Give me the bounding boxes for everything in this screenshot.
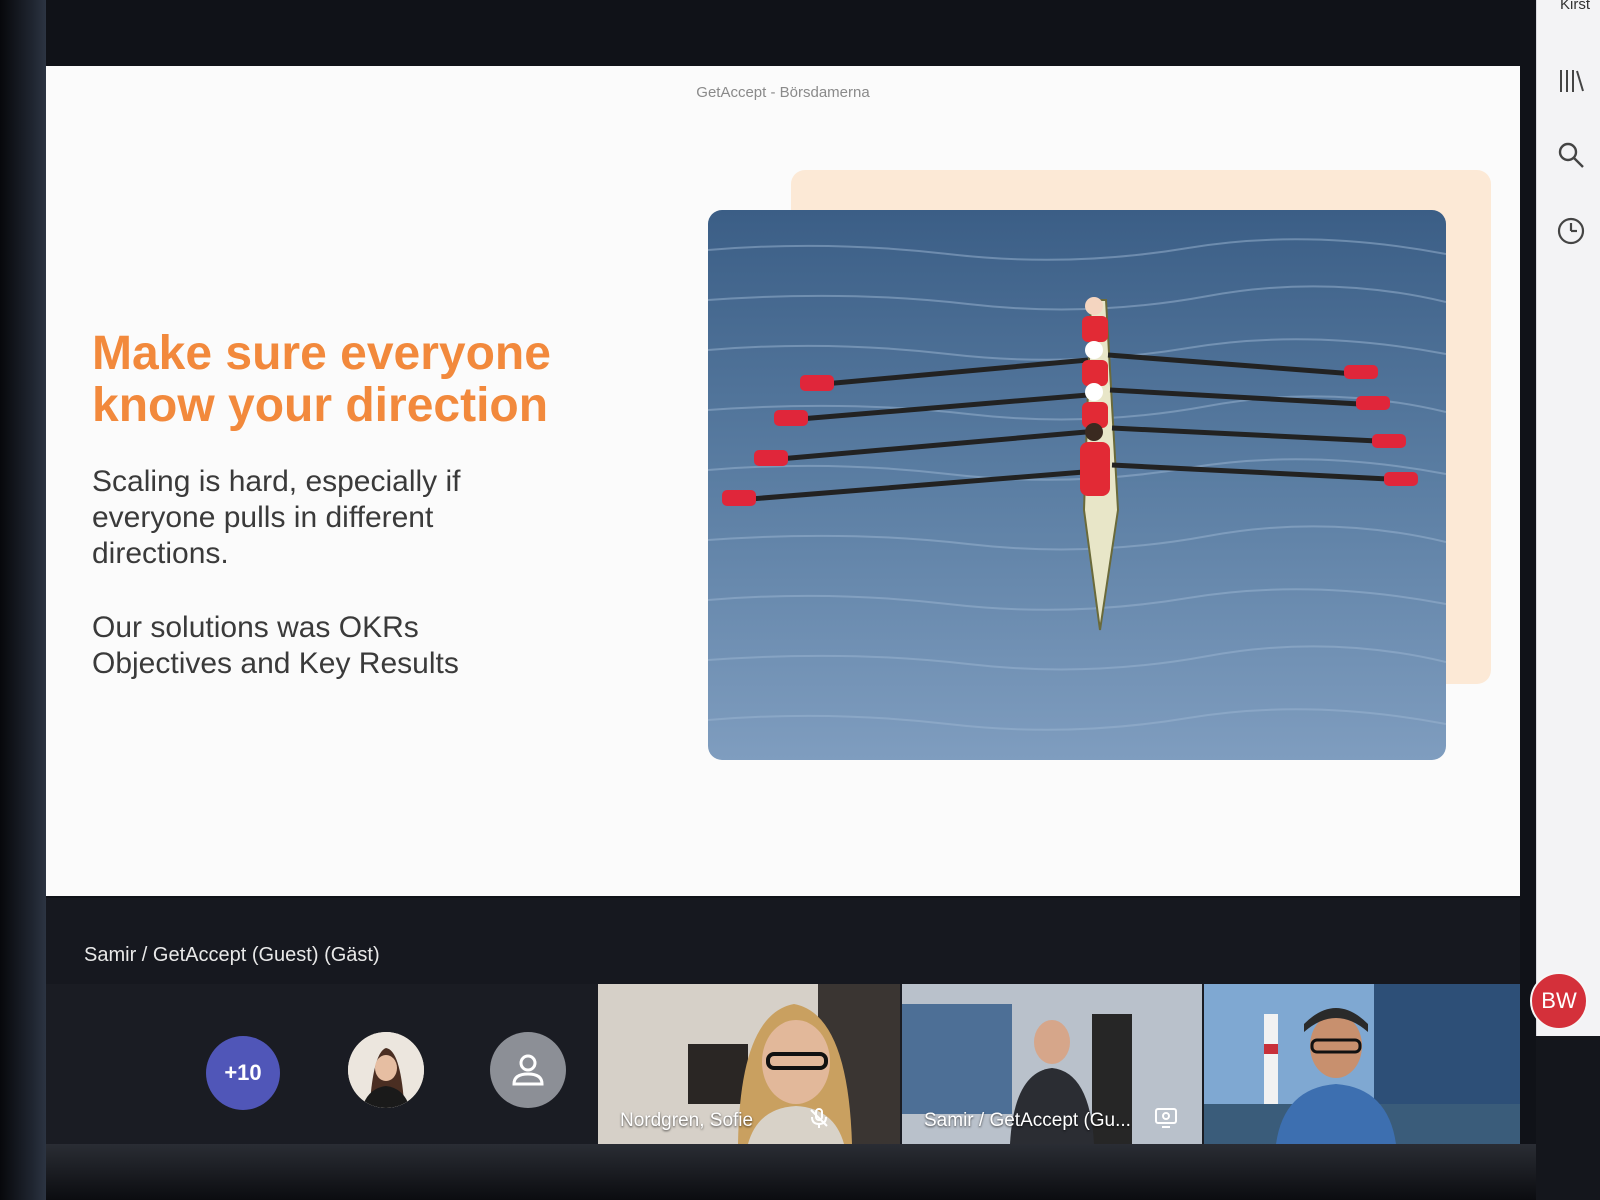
os-dock: [46, 1144, 1536, 1200]
video-tile[interactable]: Nordgren, Sofie: [598, 984, 900, 1144]
slide-paragraph-2: Our solutions was OKRs Objectives and Ke…: [92, 610, 512, 682]
rail-top-label: Kirst: [1560, 0, 1590, 13]
headline-line: Make sure everyone: [92, 327, 551, 380]
video-tile[interactable]: Samir / GetAccept (Gu...: [902, 984, 1202, 1144]
user-avatar[interactable]: BW: [1530, 972, 1588, 1030]
paragraph-line: Our solutions was OKRs: [92, 611, 419, 644]
search-icon[interactable]: [1556, 140, 1586, 170]
participant-name: Samir / GetAccept (Gu...: [924, 1110, 1131, 1131]
paragraph-line: Scaling is hard, especially if: [92, 465, 461, 498]
monitor-bezel: [0, 0, 46, 1200]
participant-name: Nordgren, Sofie: [620, 1110, 754, 1131]
headline-line: know your direction: [92, 379, 549, 432]
presenter-name: Samir / GetAccept (Guest) (Gäst): [84, 944, 380, 966]
participant-avatar[interactable]: [348, 1032, 424, 1108]
slide-headline: Make sure everyone know your direction: [92, 328, 652, 432]
paragraph-line: Objectives and Key Results: [92, 647, 459, 680]
paragraph-line: everyone pulls in different: [92, 501, 434, 534]
library-icon[interactable]: [1556, 66, 1586, 96]
clock-icon[interactable]: [1556, 216, 1586, 246]
default-avatar-icon[interactable]: [490, 1032, 566, 1108]
paragraph-line: directions.: [92, 537, 229, 570]
screen-share-icon: [1154, 1107, 1178, 1134]
slide-paragraph-1: Scaling is hard, especially if everyone …: [92, 464, 512, 572]
shared-slide: GetAccept - Börsdamerna Make sure everyo…: [46, 66, 1520, 896]
screen: GetAccept - Börsdamerna Make sure everyo…: [0, 0, 1600, 1200]
participants-strip: +10 Nordgren, Sofie Samir / GetAccept (G…: [46, 984, 1520, 1144]
slide-caption: GetAccept - Börsdamerna: [696, 84, 870, 101]
presenter-bar: Samir / GetAccept (Guest) (Gäst): [46, 898, 1520, 984]
rowing-boat-photo: [708, 210, 1446, 760]
mic-off-icon: [808, 1107, 830, 1134]
video-tile[interactable]: [1204, 984, 1520, 1144]
more-participants-button[interactable]: +10: [206, 1036, 280, 1110]
